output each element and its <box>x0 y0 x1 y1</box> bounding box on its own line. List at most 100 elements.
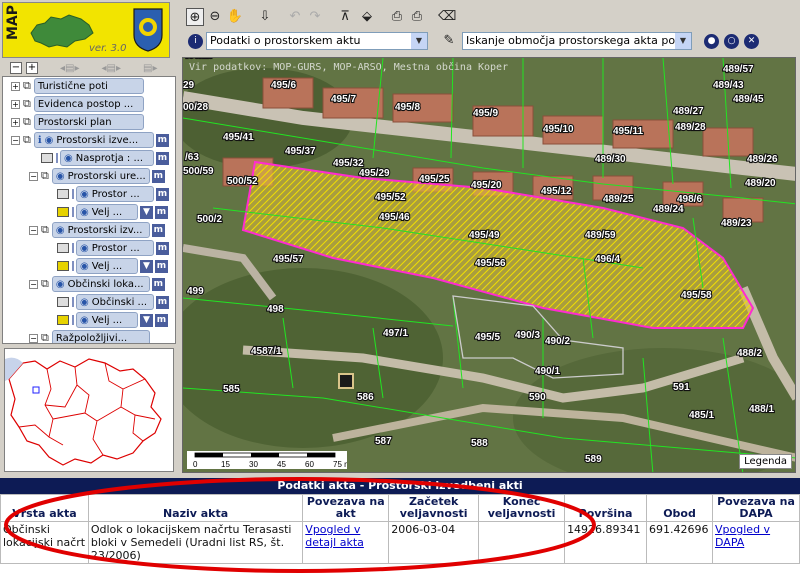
collapse-icon[interactable]: − <box>29 279 38 289</box>
layer-row[interactable]: ◉ Velj ... ▼ m <box>57 257 168 275</box>
legend-button[interactable]: Legenda <box>739 454 792 469</box>
parcel-label: 495/57 <box>273 254 304 265</box>
metadata-icon[interactable]: m <box>151 223 165 237</box>
layer-pill[interactable]: ◉ Prostorski ure... <box>51 168 150 184</box>
metadata-icon[interactable]: m <box>151 277 165 291</box>
filter-icon[interactable]: ▼ <box>140 259 153 273</box>
metadata-icon[interactable]: m <box>156 187 169 201</box>
print-preview-icon[interactable]: ⎙ <box>408 8 426 26</box>
parcel-label: 489/20 <box>745 178 776 189</box>
eye-icon[interactable]: ◉ <box>80 297 89 308</box>
layer-pill[interactable]: ◉ Nasprotja : ... <box>60 150 154 166</box>
move-layer-icon[interactable]: ◂▤▸ <box>60 63 80 74</box>
layer-pill[interactable]: ◉ Prostorski izv... <box>51 222 150 238</box>
search-select[interactable]: Iskanje območja prostorskega akta po n ▼ <box>462 32 692 50</box>
eye-icon[interactable]: ◉ <box>80 315 89 326</box>
layer-row[interactable]: − ⧉ ◉ Prostorski izv... m <box>29 221 165 239</box>
info-icon[interactable]: ℹ <box>38 135 42 146</box>
layer-row[interactable]: − ⧉ Ražpoložljivi... <box>29 329 150 343</box>
close-icon[interactable]: ✕ <box>744 34 759 49</box>
chevron-down-icon[interactable]: ▼ <box>411 33 427 49</box>
metadata-icon[interactable]: m <box>156 241 169 255</box>
expand-icon[interactable]: + <box>11 81 20 91</box>
slovenia-map-icon <box>30 14 94 48</box>
layer-settings-icon[interactable]: ▤▸ <box>143 63 157 74</box>
identify-icon[interactable]: ⬙ <box>358 8 376 26</box>
layer-pill[interactable]: ◉ Občinski ... <box>76 294 154 310</box>
layer-pill[interactable]: Ražpoložljivi... <box>51 330 150 343</box>
eye-icon[interactable]: ◉ <box>80 243 89 254</box>
metadata-icon[interactable]: m <box>155 313 168 327</box>
zoom-in-icon[interactable]: ⊕ <box>186 8 204 26</box>
layer-pill[interactable]: Evidenca postop ... <box>33 96 144 112</box>
eye-icon[interactable]: ◉ <box>56 279 65 290</box>
layer-pill[interactable]: ◉ Velj ... <box>76 312 138 328</box>
map-view[interactable]: 495/6 495/7 495/8 495/9 495/10 495/11 489/30 49… <box>182 57 796 473</box>
layer-row[interactable]: + ⧉ Evidenca postop ... <box>11 95 144 113</box>
metadata-icon[interactable]: m <box>151 169 165 183</box>
expand-icon[interactable]: + <box>11 99 20 109</box>
eye-icon[interactable]: ◉ <box>56 225 65 236</box>
metadata-icon[interactable]: m <box>155 133 169 147</box>
overview-map[interactable] <box>4 348 174 472</box>
layer-row[interactable]: ◉ Nasprotja : ... m <box>41 149 169 167</box>
eye-icon[interactable]: ◉ <box>80 261 89 272</box>
layer-row[interactable]: ◉ Velj ... ▼ m <box>57 203 168 221</box>
collapse-icon[interactable]: − <box>11 135 20 145</box>
eye-icon[interactable]: ◉ <box>80 207 89 218</box>
layer-row[interactable]: ◉ Prostor ... m <box>57 239 169 257</box>
eye-icon[interactable]: ◉ <box>56 171 65 182</box>
info-select[interactable]: Podatki o prostorskem aktu ▼ <box>206 32 428 50</box>
map-source-text: Vir podatkov: MOP-GURS, MOP-ARSO, Mestna… <box>189 62 509 73</box>
undo-icon[interactable]: ↶ <box>286 8 304 26</box>
eye-icon[interactable]: ◉ <box>64 153 73 164</box>
layer-row[interactable]: ◉ Občinski ... m <box>57 293 169 311</box>
chevron-down-icon[interactable]: ▼ <box>675 33 691 49</box>
scale-label: 60 <box>305 460 314 469</box>
filter-icon[interactable]: ▼ <box>140 313 153 327</box>
layer-pill[interactable]: Turistične poti <box>33 78 144 94</box>
layer-pill[interactable]: Prostorski plan <box>33 114 144 130</box>
layer-row[interactable]: + ⧉ Turistične poti <box>11 77 144 95</box>
map-canvas[interactable]: 495/6 495/7 495/8 495/9 495/10 495/11 489/30 49… <box>183 58 796 473</box>
print-icon[interactable]: ⎙ <box>388 8 406 26</box>
layer-row[interactable]: − ⧉ ◉ Občinski loka... m <box>29 275 165 293</box>
collapse-icon[interactable]: − <box>29 333 38 343</box>
layer-pill[interactable]: ◉ Prostor ... <box>76 240 154 256</box>
measure-icon[interactable]: ⊼ <box>336 8 354 26</box>
eye-icon[interactable]: ◉ <box>45 135 54 146</box>
layer-row[interactable]: ◉ Prostor ... m <box>57 185 169 203</box>
redo-icon[interactable]: ↷ <box>306 8 324 26</box>
layer-pill[interactable]: ℹ ◉ Prostorski izve... <box>33 132 154 148</box>
layer-pill[interactable]: ◉ Velj ... <box>76 204 138 220</box>
layer-pill[interactable]: ◉ Občinski loka... <box>51 276 150 292</box>
eye-icon[interactable]: ◉ <box>80 189 89 200</box>
clear-icon[interactable]: ⌫ <box>438 8 456 26</box>
metadata-icon[interactable]: m <box>156 151 169 165</box>
layer-row[interactable]: − ⧉ ◉ Prostorski ure... m <box>29 167 165 185</box>
collapse-icon[interactable]: − <box>29 225 38 235</box>
pan-hand-icon[interactable]: ✋ <box>226 8 244 26</box>
search-go-icon[interactable]: ● <box>704 34 719 49</box>
metadata-icon[interactable]: m <box>155 205 168 219</box>
layer-order-icon[interactable]: ◂▤▸ <box>102 63 122 74</box>
metadata-icon[interactable]: m <box>155 259 168 273</box>
expand-icon[interactable]: + <box>11 117 20 127</box>
filter-icon[interactable]: ▼ <box>140 205 153 219</box>
dapa-link[interactable]: Vpogled v DAPA <box>715 523 770 549</box>
parcel-label: 489/59 <box>585 230 616 241</box>
layer-row[interactable]: − ⧉ ℹ ◉ Prostorski izve... m <box>11 131 169 149</box>
detail-link[interactable]: Vpogled v detajl akta <box>305 523 364 549</box>
collapse-all-button[interactable]: − <box>10 62 22 74</box>
layer-pill[interactable]: ◉ Velj ... <box>76 258 138 274</box>
search-option-icon[interactable]: ○ <box>724 34 739 49</box>
expand-all-button[interactable]: + <box>26 62 38 74</box>
layer-row[interactable]: + ⧉ Prostorski plan <box>11 113 144 131</box>
zoom-out-icon[interactable]: ⊖ <box>206 8 224 26</box>
parcel-label: 495/49 <box>469 230 500 241</box>
full-extent-icon[interactable]: ⇩ <box>256 8 274 26</box>
collapse-icon[interactable]: − <box>29 171 38 181</box>
layer-row[interactable]: ◉ Velj ... ▼ m <box>57 311 168 329</box>
layer-pill[interactable]: ◉ Prostor ... <box>76 186 154 202</box>
metadata-icon[interactable]: m <box>156 295 169 309</box>
